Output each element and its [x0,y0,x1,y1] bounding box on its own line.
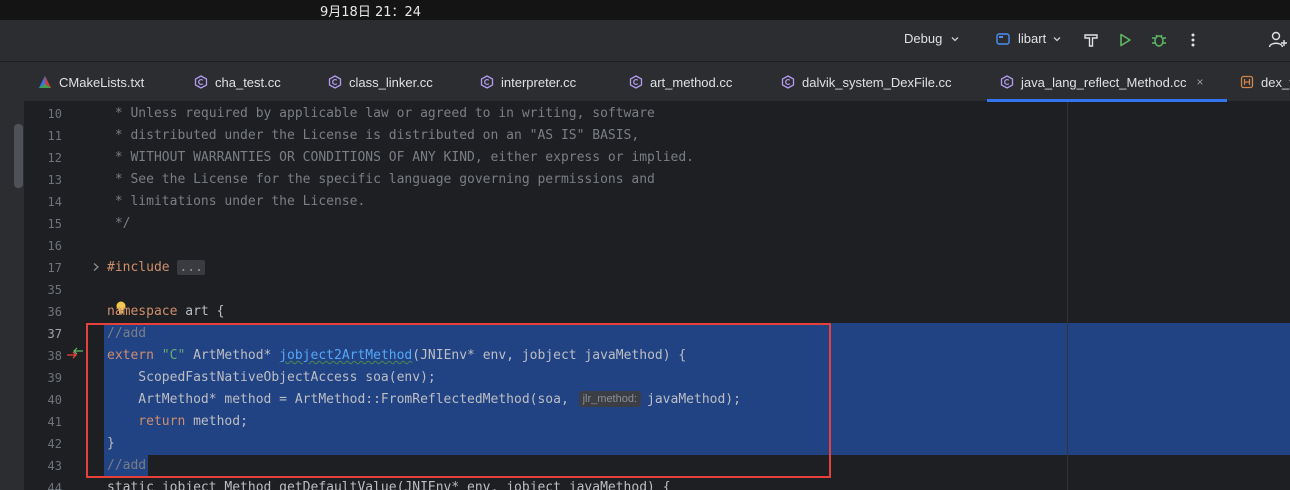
debug-icon [1152,34,1166,47]
code-editor[interactable]: 10 11 12 13 14 15 16 17 35 36 37 38 39 4… [0,102,1290,490]
line-number: 39 [47,371,62,385]
tab-interpreter[interactable]: interpreter.cc [480,62,576,102]
code-line: * limitations under the License. [107,194,366,209]
tab-label: java_lang_reflect_Method.cc [1021,74,1187,90]
more-icon [1191,33,1195,47]
line-number: 42 [47,437,62,451]
cpp-file-icon [781,75,795,89]
code-line: static jobject Method_getDefaultValue(JN… [107,480,671,490]
tab-label: dex_f [1261,74,1290,90]
chevron-down-icon [951,36,959,41]
line-number: 41 [47,415,62,429]
debug-button[interactable] [1149,30,1169,50]
tab-label: class_linker.cc [349,74,433,90]
execution-arrow-icon [67,351,77,359]
tab-bar-left-strip [0,62,24,102]
run-config-selector[interactable]: Debug [904,31,960,46]
line-number-current: 37 [47,327,62,341]
line-number: 36 [47,305,62,319]
cpp-file-icon [480,75,494,89]
build-button[interactable] [1081,30,1101,50]
line-number: 14 [47,195,62,209]
keyword: namespace [107,304,178,319]
cpp-file-icon [328,75,342,89]
tab-label: cha_test.cc [215,74,281,90]
main-toolbar: Debug libart [0,20,1290,62]
system-status-bar: 9月18日 21：24 [0,0,1290,20]
cpp-file-icon [194,75,208,89]
tab-java-lang-reflect-method[interactable]: java_lang_reflect_Method.cc × [987,62,1227,102]
cmake-target-icon [996,32,1010,45]
tab-cha-test[interactable]: cha_test.cc [194,62,281,102]
line-number: 17 [47,261,62,275]
tab-cmakelists[interactable]: CMakeLists.txt [38,62,144,102]
fold-expand-icon[interactable] [92,262,100,272]
line-number: 16 [47,239,62,253]
header-file-icon [1240,75,1254,89]
line-number: 10 [47,107,62,121]
target-selector[interactable]: libart [996,31,1062,46]
line-number: 12 [47,151,62,165]
tab-dalvik-dexfile[interactable]: dalvik_system_DexFile.cc [781,62,952,102]
target-label: libart [1018,31,1047,46]
tab-label: CMakeLists.txt [59,74,145,90]
code-line-include: #include ... [107,257,205,279]
tab-label: interpreter.cc [501,74,577,90]
code-line: * WITHOUT WARRANTIES OR CONDITIONS OF AN… [107,150,694,165]
tab-art-method[interactable]: art_method.cc [629,62,732,102]
tab-label: art_method.cc [650,74,733,90]
run-icon [1120,33,1131,47]
line-number: 38 [47,349,62,363]
scrollbar-thumb[interactable] [14,124,23,188]
datetime-label: 9月18日 21：24 [320,5,422,20]
more-actions-button[interactable] [1183,30,1203,50]
code-line-namespace: namespace art { [107,301,224,323]
line-number: 40 [47,393,62,407]
cmake-icon [39,76,51,88]
chevron-down-icon [1053,36,1061,41]
line-number: 15 [47,217,62,231]
add-user-button[interactable] [1268,30,1288,50]
hammer-icon [1084,34,1098,47]
editor-tabs: CMakeLists.txt cha_test.cc class_linker.… [0,62,1290,102]
highlight-annotation-box [86,323,831,478]
cpp-file-icon [629,75,643,89]
add-user-icon [1268,31,1287,48]
tab-dex-file[interactable]: dex_f [1240,62,1290,102]
close-tab-icon[interactable]: × [1197,75,1204,89]
code-line: * Unless required by applicable law or a… [107,106,655,121]
run-config-label: Debug [904,31,943,46]
include-directive: #include [107,260,178,275]
code-line: */ [107,216,131,231]
cpp-file-icon [1000,75,1014,89]
line-number: 13 [47,173,62,187]
run-button[interactable] [1115,30,1135,50]
code-line: * See the License for the specific langu… [107,172,655,187]
tab-class-linker[interactable]: class_linker.cc [328,62,433,102]
code-text: art { [177,304,225,319]
line-number: 11 [47,129,62,143]
tab-label: dalvik_system_DexFile.cc [802,74,952,90]
line-number: 35 [47,283,62,297]
right-margin-guide [1067,102,1068,490]
line-number: 44 [47,481,62,490]
code-line: * distributed under the License is distr… [107,128,640,143]
line-number: 43 [47,459,62,473]
folded-region[interactable]: ... [177,260,205,275]
